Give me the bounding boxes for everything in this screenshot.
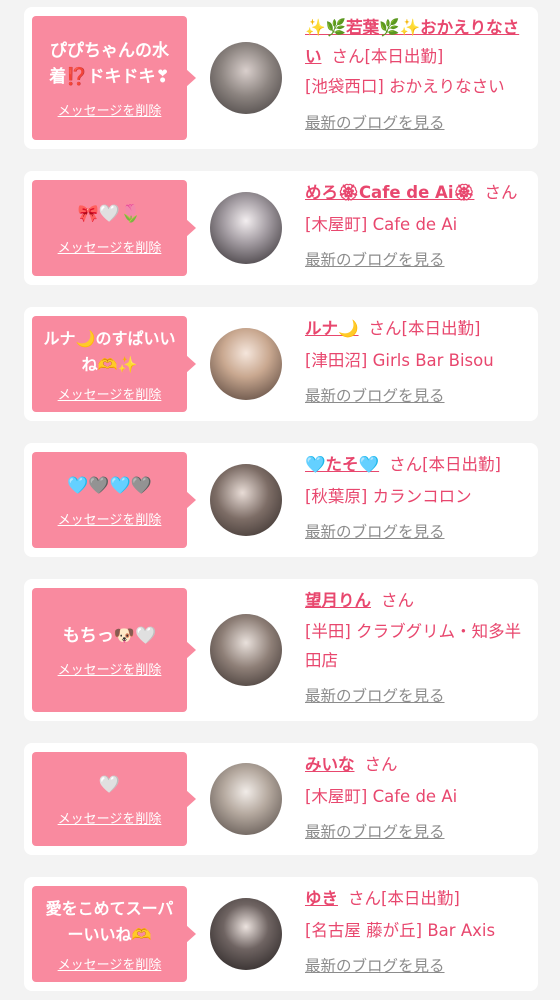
shop-text: [池袋西口] おかえりなさい (305, 77, 505, 96)
avatar[interactable] (210, 192, 282, 264)
message-bubble: 愛をこめてスーパーいいね🫶 メッセージを削除 (32, 886, 196, 982)
message-card: ぴぴちゃんの水着⁉️ドキドキ❣ メッセージを削除 ✨🌿若葉🌿✨おかえりなさい さん… (24, 7, 538, 149)
delete-message-link[interactable]: メッセージを削除 (58, 384, 162, 403)
avatar[interactable] (210, 328, 282, 400)
message-card: 🎀🤍🌷 メッセージを削除 めろ🏵Cafe de Ai🏵 さん [木屋町] Cafe… (24, 171, 538, 285)
message-text: 🩵🩶🩵🩶 (67, 475, 152, 496)
message-card: もちっ🐶🤍 メッセージを削除 望月りん さん [半田] クラブグリム・知多半田店 … (24, 579, 538, 721)
san-suffix: さん (368, 319, 402, 338)
message-text: ぴぴちゃんの水着⁉️ドキドキ❣ (49, 40, 170, 87)
message-card: 🩵🩶🩵🩶 メッセージを削除 🩵たそ🩵 さん[本日出勤] [秋葉原] カランコロン … (24, 443, 538, 557)
latest-blog-link[interactable]: 最新のブログを見る (305, 245, 445, 275)
message-bubble: もちっ🐶🤍 メッセージを削除 (32, 588, 196, 712)
latest-blog-link[interactable]: 最新のブログを見る (305, 381, 445, 411)
cast-name-link[interactable]: ルナ🌙 (305, 319, 359, 338)
cast-info: 🩵たそ🩵 さん[本日出勤] [秋葉原] カランコロン 最新のブログを見る (305, 449, 531, 547)
cast-info: ゆき さん[本日出勤] [名古屋 藤が丘] Bar Axis 最新のブログを見る (305, 883, 531, 981)
san-suffix: さん (484, 183, 518, 202)
delete-message-link[interactable]: メッセージを削除 (58, 954, 162, 973)
cast-name-link[interactable]: みいな (305, 755, 355, 774)
message-text: ルナ🌙のすぱいいね🫶✨ (43, 328, 176, 374)
san-suffix: さん (381, 591, 414, 610)
message-bubble: ルナ🌙のすぱいいね🫶✨ メッセージを削除 (32, 316, 196, 412)
message-text: 愛をこめてスーパーいいね🫶 (45, 898, 174, 944)
delete-message-link[interactable]: メッセージを削除 (58, 237, 162, 256)
delete-message-link[interactable]: メッセージを削除 (58, 100, 162, 119)
latest-blog-link[interactable]: 最新のブログを見る (305, 681, 445, 711)
san-suffix: さん (331, 47, 365, 66)
message-text: 🎀🤍🌷 (77, 203, 142, 224)
latest-blog-link[interactable]: 最新のブログを見る (305, 817, 445, 847)
latest-blog-link[interactable]: 最新のブログを見る (305, 517, 445, 547)
avatar[interactable] (210, 42, 282, 114)
cast-info: ルナ🌙 さん[本日出勤] [津田沼] Girls Bar Bisou 最新のブログ… (305, 313, 531, 411)
cast-name-link[interactable]: めろ🏵Cafe de Ai🏵 (305, 183, 474, 202)
message-bubble: 🎀🤍🌷 メッセージを削除 (32, 180, 196, 276)
shop-text: [木屋町] Cafe de Ai (305, 787, 458, 806)
cast-info: めろ🏵Cafe de Ai🏵 さん [木屋町] Cafe de Ai 最新のブログ… (305, 177, 531, 275)
message-bubble: 🩵🩶🩵🩶 メッセージを削除 (32, 452, 196, 548)
status-badge: [本日出勤] (422, 455, 501, 474)
avatar[interactable] (210, 763, 282, 835)
message-bubble: ぴぴちゃんの水着⁉️ドキドキ❣ メッセージを削除 (32, 16, 196, 140)
cast-name-link[interactable]: 🩵たそ🩵 (305, 455, 379, 474)
cast-info: 望月りん さん [半田] クラブグリム・知多半田店 最新のブログを見る (305, 585, 531, 711)
shop-text: [名古屋 藤が丘] Bar Axis (305, 921, 496, 940)
shop-text: [木屋町] Cafe de Ai (305, 215, 458, 234)
message-card: 🤍 メッセージを削除 みいな さん [木屋町] Cafe de Ai 最新のブログ… (24, 743, 538, 855)
latest-blog-link[interactable]: 最新のブログを見る (305, 951, 445, 981)
shop-text: [秋葉原] カランコロン (305, 487, 472, 506)
avatar[interactable] (210, 614, 282, 686)
delete-message-link[interactable]: メッセージを削除 (58, 659, 162, 678)
avatar[interactable] (210, 898, 282, 970)
message-card: 愛をこめてスーパーいいね🫶 メッセージを削除 ゆき さん[本日出勤] [名古屋 藤… (24, 877, 538, 991)
san-suffix: さん (348, 889, 381, 908)
latest-blog-link[interactable]: 最新のブログを見る (305, 108, 445, 138)
san-suffix: さん (389, 455, 423, 474)
cast-info: ✨🌿若葉🌿✨おかえりなさい さん[本日出勤] [池袋西口] おかえりなさい 最新の… (305, 13, 531, 138)
shop-text: [半田] クラブグリム・知多半田店 (305, 622, 522, 670)
cast-name-link[interactable]: ゆき (305, 889, 338, 908)
message-text: 🤍 (98, 774, 121, 795)
status-badge: [本日出勤] (381, 889, 460, 908)
status-badge: [本日出勤] (364, 47, 444, 66)
status-badge: [本日出勤] (401, 319, 481, 338)
san-suffix: さん (364, 755, 398, 774)
cast-name-link[interactable]: 望月りん (305, 591, 371, 610)
delete-message-link[interactable]: メッセージを削除 (58, 509, 162, 528)
message-bubble: 🤍 メッセージを削除 (32, 752, 196, 846)
cast-info: みいな さん [木屋町] Cafe de Ai 最新のブログを見る (305, 749, 531, 847)
shop-text: [津田沼] Girls Bar Bisou (305, 351, 494, 370)
avatar[interactable] (210, 464, 282, 536)
message-card: ルナ🌙のすぱいいね🫶✨ メッセージを削除 ルナ🌙 さん[本日出勤] [津田沼] G… (24, 307, 538, 421)
delete-message-link[interactable]: メッセージを削除 (58, 808, 162, 827)
message-text: もちっ🐶🤍 (62, 625, 157, 646)
